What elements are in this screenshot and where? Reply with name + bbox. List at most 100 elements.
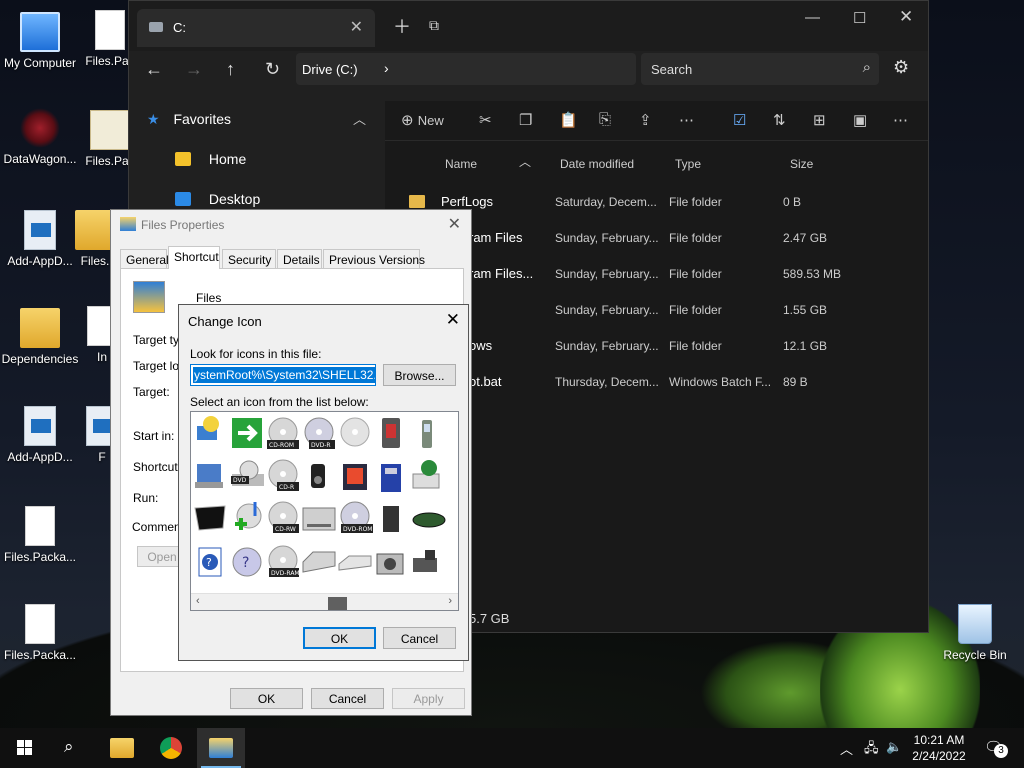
properties-apply-button[interactable]: Apply [392,688,465,709]
unknown-disc-icon[interactable]: ? [232,547,262,577]
refresh-icon[interactable]: ↻ [265,59,280,80]
explorer-tab[interactable]: C: ✕ [137,9,375,47]
notification-center-icon[interactable]: 🗨3 [984,738,1008,758]
sidebar-favorites-header[interactable]: ★ Favorites [147,111,231,128]
removable-media-icon[interactable] [382,418,400,448]
sidebar-item-desktop[interactable]: Desktop [175,191,260,207]
flat-drive-icon[interactable] [338,555,372,571]
layout-icon[interactable]: ⊞ [813,111,826,129]
column-name[interactable]: Name [445,157,477,171]
settings-gear-icon[interactable]: ⚙ [893,57,909,78]
select-icon[interactable]: ☑ [733,111,746,129]
mobile-phone-icon[interactable] [422,420,432,448]
desktop-icon-files-package-3[interactable]: Files.Packa... [0,604,80,662]
tab-shortcut[interactable]: Shortcut [168,246,220,269]
icon-list-scrollbar[interactable]: ‹ › [191,593,458,610]
taskbar-files-app[interactable] [197,728,245,768]
share-icon[interactable]: ⇪ [639,111,652,129]
tab-general[interactable]: General [120,249,169,268]
maximize-icon[interactable]: ☐ [853,9,866,27]
taskbar-chrome[interactable] [148,728,196,768]
sidebar-item-home[interactable]: Home [175,151,246,167]
system-clock[interactable]: 10:21 AM 2/24/2022 [906,732,972,764]
close-window-icon[interactable]: ✕ [899,7,913,27]
paste-icon[interactable]: 📋 [559,111,578,129]
dvd-rom-icon[interactable]: DVD-ROM [340,501,373,533]
close-icon[interactable]: ✕ [448,214,461,234]
sd-card-icon[interactable] [383,506,399,532]
chevron-up-icon[interactable]: ︿ [353,109,366,128]
cd-r-icon[interactable]: CD-R [268,459,299,491]
show-hidden-icons-chevron-icon[interactable]: ︿ [840,739,853,758]
network-printer-icon[interactable] [412,460,440,489]
search-box[interactable]: Search ⌕ [641,53,879,85]
properties-cancel-button[interactable]: Cancel [311,688,384,709]
network-icon[interactable]: 🖧 [864,739,879,761]
tab-previous-versions[interactable]: Previous Versions [323,249,425,268]
music-player-icon[interactable] [311,464,325,488]
scroll-right-icon[interactable]: › [448,595,452,607]
hard-drive-icon[interactable] [302,551,336,573]
cd-rw-icon[interactable]: CD-RW [268,501,299,533]
desktop-icon-datawagon[interactable]: DataWagon... [0,108,80,166]
desktop-icon-dependencies[interactable]: Dependencies [0,308,80,366]
column-date-modified[interactable]: Date modified [560,157,634,171]
new-button[interactable]: ⊕ New [401,111,444,129]
icon-list[interactable]: CD-ROM DVD-R DVD CD-R CD-RW DVD-ROM ? ? … [190,411,459,611]
start-button[interactable] [0,728,48,768]
dvd-drive-icon[interactable]: DVD [231,460,264,486]
see-more-icon[interactable]: ⋯ [893,111,908,129]
desktop-icon-files-package-2[interactable]: Files.Packa... [0,506,80,564]
arrow-right-icon[interactable] [232,418,262,448]
search-icon[interactable]: ⌕ [64,737,74,757]
minimize-icon[interactable]: — [805,9,820,26]
dvd-ram-icon[interactable]: DVD-RAM [268,545,300,577]
taskbar-file-explorer[interactable] [98,728,146,768]
cut-icon[interactable]: ✂ [479,111,492,129]
duplicate-tab-icon[interactable]: ⧉ [429,17,439,34]
scrollbar-thumb[interactable] [328,597,347,610]
help-icon[interactable]: ? [198,547,222,577]
icon-file-path-input[interactable]: ystemRoot%\System32\SHELL32.dll [190,364,376,386]
copy-icon[interactable]: ❐ [519,111,532,129]
drive-icon[interactable] [302,507,336,531]
add-media-icon[interactable] [235,502,262,530]
volume-icon[interactable]: 🔈 [886,739,902,755]
forward-icon[interactable]: → [185,59,203,80]
more-options-icon[interactable]: ⋯ [679,111,694,129]
floppy-drive-icon[interactable] [413,550,437,572]
camera-icon[interactable] [376,553,404,575]
column-type[interactable]: Type [675,157,701,171]
breadcrumb-chevron-icon[interactable]: › [384,60,389,76]
external-drive-icon[interactable] [412,512,446,528]
column-size[interactable]: Size [790,157,813,171]
back-icon[interactable]: ← [145,59,163,80]
change-icon-cancel-button[interactable]: Cancel [383,627,456,649]
change-icon-ok-button[interactable]: OK [303,627,376,649]
tab-details[interactable]: Details [277,249,322,268]
new-tab-icon[interactable]: ＋ [393,13,411,39]
media-card-icon[interactable] [343,464,367,490]
network-help-icon[interactable] [197,416,219,440]
keyboard-computer-icon[interactable] [195,464,223,488]
dvd-r-icon[interactable]: DVD-R [304,417,335,449]
blank-disc-icon[interactable] [340,417,370,447]
up-icon[interactable]: ↑ [226,59,235,80]
browse-button[interactable]: Browse... [383,364,456,386]
properties-ok-button[interactable]: OK [230,688,303,709]
address-bar[interactable]: Drive (C:) › [296,53,636,85]
tab-security[interactable]: Security [222,249,276,268]
close-tab-icon[interactable]: ✕ [350,17,363,37]
scroll-left-icon[interactable]: ‹ [196,595,200,607]
memory-stick-icon[interactable] [381,464,401,492]
sort-icon[interactable]: ⇅ [773,111,786,129]
desktop-icon-my-computer[interactable]: My Computer [0,12,80,70]
desktop-icon-add-appdev-2[interactable]: Add-AppD... [0,406,80,464]
desktop-icon-recycle-bin[interactable]: Recycle Bin [935,604,1015,662]
cd-rom-icon[interactable]: CD-ROM [267,417,299,449]
details-pane-icon[interactable]: ▣ [853,111,867,129]
monitor-icon[interactable] [194,505,226,531]
rename-icon[interactable]: ⎘ [599,111,611,128]
sort-chevron-up-icon[interactable]: ︿ [519,153,531,170]
close-icon[interactable]: ✕ [446,310,460,330]
